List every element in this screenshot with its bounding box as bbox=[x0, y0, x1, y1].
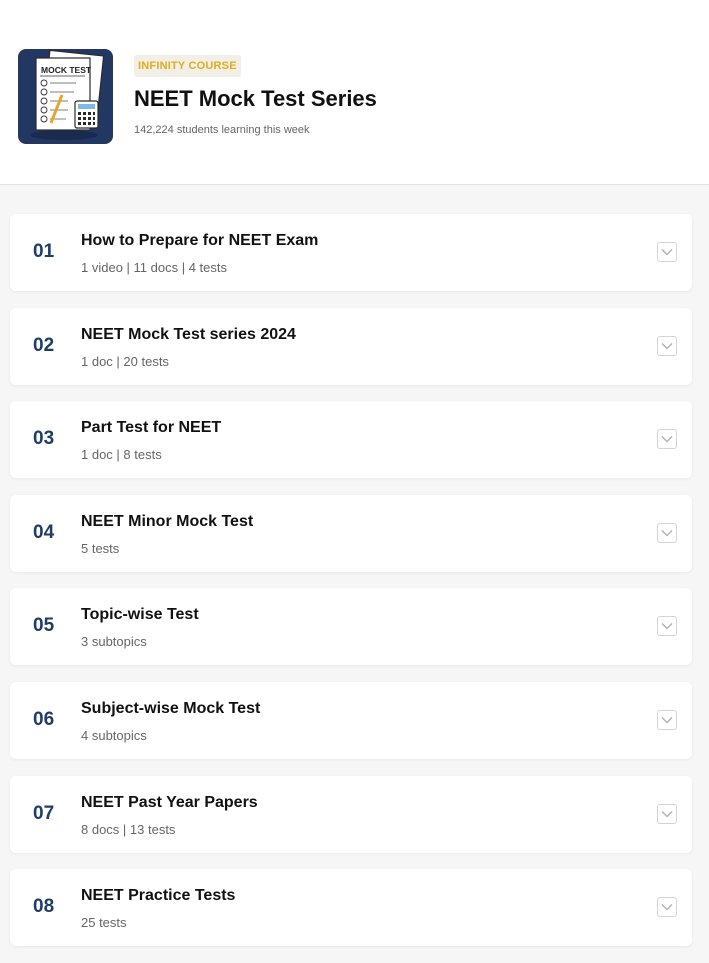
course-thumbnail: MOCK TEST bbox=[18, 49, 113, 144]
chapter-title: NEET Mock Test series 2024 bbox=[81, 325, 296, 343]
chevron-down-icon[interactable] bbox=[657, 709, 677, 730]
chapter-meta: 4 subtopics bbox=[81, 727, 147, 743]
chapter-number: 05 bbox=[33, 615, 55, 637]
chevron-down-icon[interactable] bbox=[657, 242, 677, 262]
chapter-title: How to Prepare for NEET Exam bbox=[81, 232, 319, 249]
chapter-meta: 25 tests bbox=[81, 915, 127, 931]
chapter-number: 07 bbox=[33, 802, 55, 824]
chevron-down-icon[interactable] bbox=[657, 429, 677, 450]
chapter-number: 03 bbox=[33, 428, 55, 450]
course-title: NEET Mock Test Series bbox=[134, 86, 377, 111]
chapter-title: Topic-wise Test bbox=[81, 606, 199, 624]
chapter-title: NEET Practice Tests bbox=[81, 887, 236, 905]
svg-text:MOCK TEST: MOCK TEST bbox=[41, 65, 92, 75]
chapter-card[interactable]: 03 Part Test for NEET 1 doc | 8 tests bbox=[10, 401, 692, 479]
mock-test-illustration: MOCK TEST bbox=[30, 49, 105, 140]
chapter-meta: 1 doc | 8 tests bbox=[81, 447, 162, 463]
chapter-number: 01 bbox=[33, 241, 55, 262]
chapter-card[interactable]: 04 NEET Minor Mock Test 5 tests bbox=[10, 494, 692, 572]
chapter-card[interactable]: 08 NEET Practice Tests 25 tests bbox=[10, 869, 692, 947]
course-header: MOCK TEST INFINITY COURSE NEET Mock Test… bbox=[0, 0, 709, 185]
chapter-meta: 8 docs | 13 tests bbox=[81, 821, 176, 837]
chapter-card[interactable]: 06 Subject-wise Mock Test 4 subtopics bbox=[10, 681, 692, 759]
chapter-meta: 1 video | 11 docs | 4 tests bbox=[81, 260, 227, 275]
chapter-card[interactable]: 05 Topic-wise Test 3 subtopics bbox=[10, 588, 692, 666]
chapter-number: 02 bbox=[33, 334, 55, 356]
chevron-down-icon[interactable] bbox=[657, 897, 677, 918]
chevron-down-icon[interactable] bbox=[657, 335, 677, 356]
chapter-title: NEET Minor Mock Test bbox=[81, 512, 254, 530]
chapter-title: Subject-wise Mock Test bbox=[81, 699, 261, 717]
chapter-number: 04 bbox=[33, 521, 55, 543]
chapter-number: 08 bbox=[33, 896, 55, 918]
course-badge: INFINITY COURSE bbox=[134, 55, 241, 77]
chapter-meta: 5 tests bbox=[81, 540, 120, 556]
chevron-down-icon[interactable] bbox=[657, 616, 677, 637]
chapter-title: Part Test for NEET bbox=[81, 419, 222, 437]
chapter-card[interactable]: 07 NEET Past Year Papers 8 docs | 13 tests bbox=[10, 775, 692, 853]
chapter-card[interactable]: 02 NEET Mock Test series 2024 1 doc | 20 t… bbox=[10, 307, 692, 385]
chevron-down-icon[interactable] bbox=[657, 522, 677, 543]
chapter-meta: 1 doc | 20 tests bbox=[81, 353, 169, 369]
chapter-card[interactable]: 01 How to Prepare for NEET Exam 1 video | … bbox=[10, 214, 692, 291]
chevron-down-icon[interactable] bbox=[657, 803, 677, 824]
learners-count: 142,224 students learning this week bbox=[134, 124, 310, 136]
chapter-list: 01 How to Prepare for NEET Exam 1 video | … bbox=[10, 214, 692, 963]
chapter-meta: 3 subtopics bbox=[81, 634, 147, 650]
chapter-title: NEET Past Year Papers bbox=[81, 793, 258, 811]
chapter-number: 06 bbox=[33, 708, 55, 730]
